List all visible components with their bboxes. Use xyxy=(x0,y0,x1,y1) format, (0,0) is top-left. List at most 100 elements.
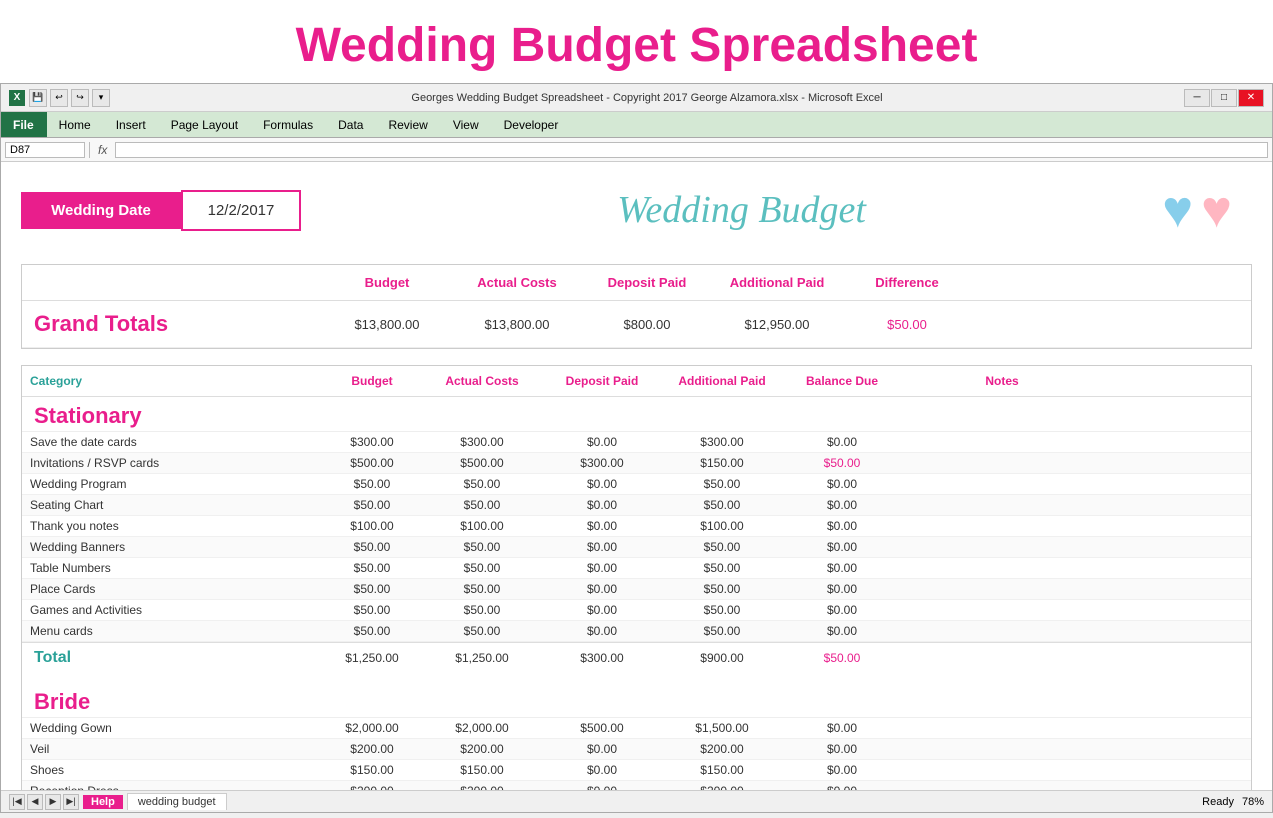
gt-actual-value: $13,800.00 xyxy=(452,307,582,341)
row-name: Table Numbers xyxy=(22,558,322,578)
row-deposit: $0.00 xyxy=(542,516,662,536)
row-budget: $50.00 xyxy=(322,474,422,494)
tab-insert[interactable]: Insert xyxy=(104,112,159,137)
gt-header-budget: Budget xyxy=(322,271,452,294)
gt-additional-value: $12,950.00 xyxy=(712,307,842,341)
restore-button[interactable]: □ xyxy=(1211,89,1237,107)
row-notes xyxy=(902,600,1102,620)
row-name: Thank you notes xyxy=(22,516,322,536)
row-deposit: $0.00 xyxy=(542,600,662,620)
gt-deposit-value: $800.00 xyxy=(582,307,712,341)
table-row: Save the date cards $300.00 $300.00 $0.0… xyxy=(22,432,1251,453)
cat-header-balance: Balance Due xyxy=(782,370,902,392)
row-balance: $0.00 xyxy=(782,558,902,578)
row-budget: $50.00 xyxy=(322,621,422,641)
formula-input[interactable] xyxy=(115,142,1268,158)
row-budget: $300.00 xyxy=(322,432,422,452)
row-actual: $200.00 xyxy=(422,781,542,790)
tab-first-btn[interactable]: |◀ xyxy=(9,794,25,810)
row-notes xyxy=(902,718,1102,738)
name-box[interactable] xyxy=(5,142,85,158)
table-row: Wedding Banners $50.00 $50.00 $0.00 $50.… xyxy=(22,537,1251,558)
qa-more-btn[interactable]: ▾ xyxy=(92,89,110,107)
table-row: Place Cards $50.00 $50.00 $0.00 $50.00 $… xyxy=(22,579,1251,600)
excel-icon: X xyxy=(9,90,25,106)
table-row: Wedding Gown $2,000.00 $2,000.00 $500.00… xyxy=(22,718,1251,739)
qa-undo-btn[interactable]: ↩ xyxy=(50,89,68,107)
window-title: Georges Wedding Budget Spreadsheet - Cop… xyxy=(110,92,1184,104)
row-name: Veil xyxy=(22,739,322,759)
stationary-total-deposit: $300.00 xyxy=(542,645,662,671)
page-title-area: Wedding Budget Spreadsheet xyxy=(0,0,1273,83)
row-notes xyxy=(902,432,1102,452)
stationary-total-balance: $50.00 xyxy=(782,645,902,671)
quick-access-toolbar: 💾 ↩ ↪ ▾ xyxy=(29,89,110,107)
row-additional: $200.00 xyxy=(662,739,782,759)
row-additional: $50.00 xyxy=(662,474,782,494)
heart-blue-icon: ♥ xyxy=(1162,180,1193,240)
row-deposit: $0.00 xyxy=(542,781,662,790)
row-notes xyxy=(902,760,1102,780)
tab-file[interactable]: File xyxy=(1,112,47,137)
stationary-total-additional: $900.00 xyxy=(662,645,782,671)
category-section: Category Budget Actual Costs Deposit Pai… xyxy=(21,365,1252,790)
row-deposit: $0.00 xyxy=(542,621,662,641)
row-deposit: $0.00 xyxy=(542,739,662,759)
row-actual: $50.00 xyxy=(422,579,542,599)
sheet-tab[interactable]: wedding budget xyxy=(127,793,227,810)
row-actual: $50.00 xyxy=(422,600,542,620)
ribbon-tabs: File Home Insert Page Layout Formulas Da… xyxy=(1,112,1272,138)
table-row: Seating Chart $50.00 $50.00 $0.00 $50.00… xyxy=(22,495,1251,516)
tab-review[interactable]: Review xyxy=(376,112,440,137)
tab-last-btn[interactable]: ▶| xyxy=(63,794,79,810)
tab-page-layout[interactable]: Page Layout xyxy=(159,112,251,137)
row-actual: $2,000.00 xyxy=(422,718,542,738)
row-notes xyxy=(902,579,1102,599)
tab-developer[interactable]: Developer xyxy=(492,112,572,137)
table-row: Shoes $150.00 $150.00 $0.00 $150.00 $0.0… xyxy=(22,760,1251,781)
row-notes xyxy=(902,516,1102,536)
excel-window: X 💾 ↩ ↪ ▾ Georges Wedding Budget Spreads… xyxy=(0,83,1273,813)
row-notes xyxy=(902,781,1102,790)
row-budget: $200.00 xyxy=(322,739,422,759)
row-notes xyxy=(902,558,1102,578)
tab-home[interactable]: Home xyxy=(47,112,104,137)
stationary-total-row: Total $1,250.00 $1,250.00 $300.00 $900.0… xyxy=(22,642,1251,673)
row-name: Seating Chart xyxy=(22,495,322,515)
row-name: Reception Dress xyxy=(22,781,322,790)
gt-difference-value: $50.00 xyxy=(842,307,972,341)
scroll-area[interactable]: Wedding Date 12/2/2017 Wedding Budget ♥ … xyxy=(1,162,1272,790)
wedding-date-value: 12/2/2017 xyxy=(181,190,301,231)
qa-save-btn[interactable]: 💾 xyxy=(29,89,47,107)
row-notes xyxy=(902,474,1102,494)
status-bar-left: |◀ ◀ ▶ ▶| Help wedding budget xyxy=(9,793,227,810)
minimize-button[interactable]: ─ xyxy=(1184,89,1210,107)
row-name: Invitations / RSVP cards xyxy=(22,453,322,473)
row-additional: $50.00 xyxy=(662,600,782,620)
tab-prev-btn[interactable]: ◀ xyxy=(27,794,43,810)
row-notes xyxy=(902,453,1102,473)
qa-redo-btn[interactable]: ↪ xyxy=(71,89,89,107)
cat-header-actual: Actual Costs xyxy=(422,370,542,392)
row-balance: $0.00 xyxy=(782,516,902,536)
gt-header-deposit: Deposit Paid xyxy=(582,271,712,294)
close-button[interactable]: ✕ xyxy=(1238,89,1264,107)
cat-header-budget: Budget xyxy=(322,370,422,392)
help-button[interactable]: Help xyxy=(83,795,123,809)
row-name: Shoes xyxy=(22,760,322,780)
page-main-title: Wedding Budget Spreadsheet xyxy=(0,18,1273,73)
tab-data[interactable]: Data xyxy=(326,112,376,137)
row-actual: $50.00 xyxy=(422,558,542,578)
tab-next-btn[interactable]: ▶ xyxy=(45,794,61,810)
tab-view[interactable]: View xyxy=(441,112,492,137)
gt-header-actual: Actual Costs xyxy=(452,271,582,294)
cat-header-category: Category xyxy=(22,370,322,392)
category-header-row: Category Budget Actual Costs Deposit Pai… xyxy=(22,366,1251,397)
spreadsheet-content: Wedding Date 12/2/2017 Wedding Budget ♥ … xyxy=(1,162,1272,790)
row-additional: $50.00 xyxy=(662,537,782,557)
gt-header-difference: Difference xyxy=(842,271,972,294)
tab-formulas[interactable]: Formulas xyxy=(251,112,326,137)
table-row: Wedding Program $50.00 $50.00 $0.00 $50.… xyxy=(22,474,1251,495)
gt-header-empty xyxy=(22,271,322,294)
hearts-area: ♥ ♥ xyxy=(1162,180,1232,240)
